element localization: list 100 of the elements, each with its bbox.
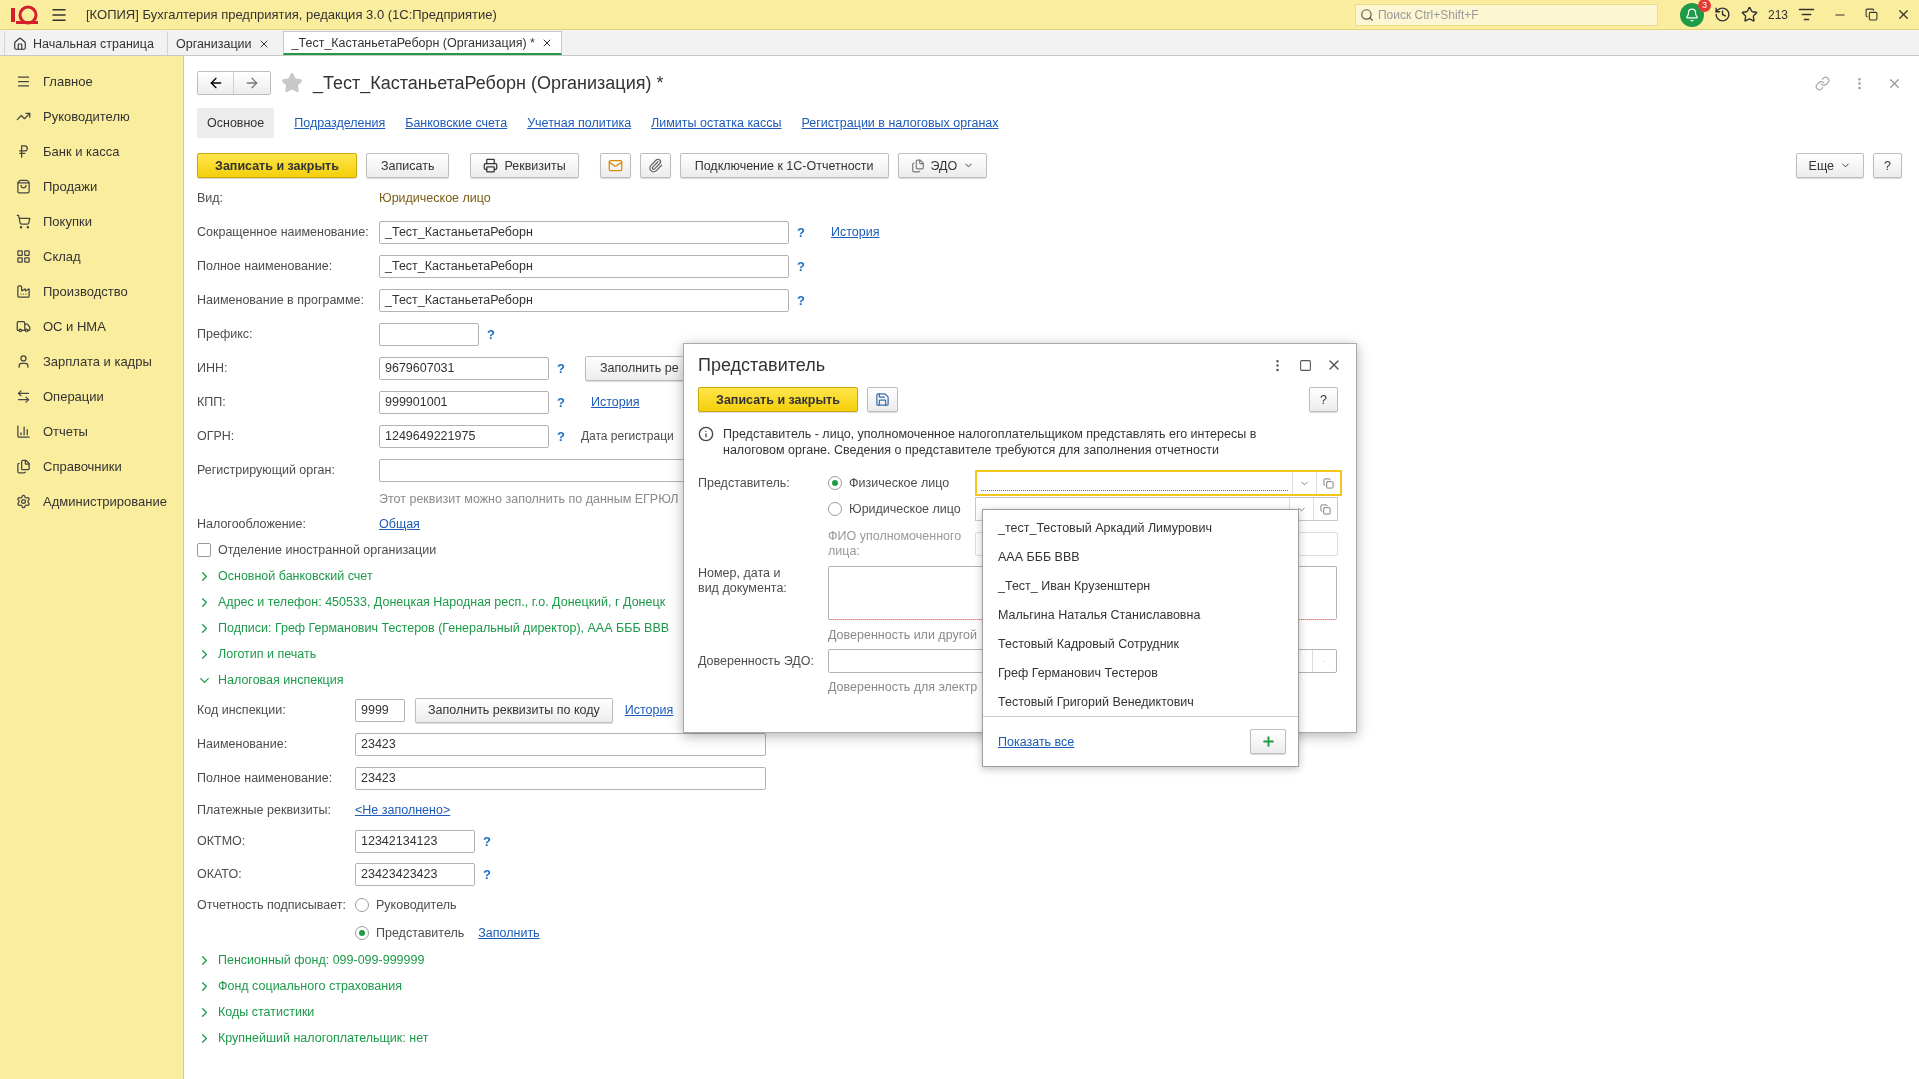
group-header[interactable]: Крупнейший налогоплательщик: нет bbox=[197, 1025, 429, 1051]
input-field[interactable]: 999901001 bbox=[379, 390, 549, 414]
input-field[interactable]: 1249649221975 bbox=[379, 424, 549, 448]
sidebar-item[interactable]: Продажи bbox=[0, 169, 183, 204]
history-icon[interactable] bbox=[1713, 6, 1731, 23]
radio-button[interactable] bbox=[355, 898, 369, 912]
window-tab[interactable]: Начальная страница bbox=[4, 31, 163, 55]
toolbar-button[interactable]: Подключение к 1С-Отчетности bbox=[679, 153, 889, 178]
radio-button[interactable] bbox=[828, 476, 842, 490]
group-header[interactable]: Логотип и печать bbox=[197, 641, 317, 667]
sidebar-item[interactable]: Операции bbox=[0, 379, 183, 414]
details-button[interactable]: Реквизиты bbox=[470, 153, 579, 178]
attach-button[interactable] bbox=[639, 153, 671, 178]
help-button[interactable]: ? bbox=[483, 866, 491, 882]
back-button[interactable] bbox=[198, 72, 234, 94]
sidebar-item[interactable]: Справочники bbox=[0, 449, 183, 484]
filter-icon[interactable] bbox=[1798, 6, 1815, 23]
dropdown-item[interactable]: ААА БББ ВВВ bbox=[983, 542, 1298, 572]
help-button[interactable]: ? bbox=[1309, 387, 1338, 412]
sidebar-item[interactable]: Отчеты bbox=[0, 414, 183, 449]
input-field[interactable]: 9679607031 bbox=[379, 356, 549, 380]
group-header[interactable]: Фонд социального страхования bbox=[197, 973, 402, 999]
input-field[interactable]: 23423423423 bbox=[355, 862, 475, 886]
help-button[interactable]: ? bbox=[557, 428, 565, 444]
section-tab[interactable]: Лимиты остатка кассы bbox=[651, 108, 782, 138]
hint-text: Доверенность для электр bbox=[828, 680, 978, 694]
input-field[interactable]: 23423 bbox=[355, 766, 766, 790]
sidebar-item[interactable]: Руководителю bbox=[0, 99, 183, 134]
history-link[interactable]: История bbox=[830, 225, 880, 239]
sidebar-item[interactable]: Банк и касса bbox=[0, 134, 183, 169]
input-field[interactable]: _Тест_КастаньетаРеборн bbox=[379, 254, 789, 278]
sidebar-item[interactable]: ОС и НМА bbox=[0, 309, 183, 344]
sidebar-item[interactable]: Зарплата и кадры bbox=[0, 344, 183, 379]
group-header[interactable]: Подписи: Греф Германович Тестеров (Генеральный директор), ААА БББ ВВВ bbox=[197, 615, 670, 641]
help-button[interactable]: ? bbox=[557, 394, 565, 410]
help-button[interactable]: ? bbox=[1873, 153, 1902, 178]
window-title: [КОПИЯ] Бухгалтерия предприятия, редакция 3.0 (1С:Предприятие) bbox=[86, 7, 498, 22]
help-button[interactable]: ? bbox=[487, 326, 495, 342]
group-header[interactable]: Адрес и телефон: 450533, Донецкая Народная респ., г.о. Донецкий, г Донецк bbox=[197, 589, 666, 615]
dropdown-item[interactable]: Тестовый Григорий Венедиктович bbox=[983, 687, 1298, 717]
field-label: Номер, дата и вид документа: bbox=[698, 566, 788, 596]
combo-field[interactable] bbox=[975, 470, 1342, 496]
dropdown-item[interactable]: Тестовый Кадровый Сотрудник bbox=[983, 629, 1298, 659]
dropdown-item[interactable]: Мальгина Наталья Станиславовна bbox=[983, 600, 1298, 630]
radio-button[interactable] bbox=[355, 926, 369, 940]
sidebar-item[interactable]: Администрирование bbox=[0, 484, 183, 519]
show-all-link[interactable]: Показать все bbox=[998, 734, 1075, 749]
field-link[interactable]: <Не заполнено> bbox=[355, 803, 451, 817]
fill-link[interactable]: Заполнить bbox=[478, 926, 540, 940]
window-tab[interactable]: _Тест_КастаньетаРеборн (Организация) * bbox=[282, 31, 562, 55]
restore-icon[interactable] bbox=[1865, 8, 1878, 21]
section-tab[interactable]: Учетная политика bbox=[527, 108, 632, 138]
help-button[interactable]: ? bbox=[483, 833, 491, 849]
help-button[interactable]: ? bbox=[557, 360, 565, 376]
section-tab[interactable]: Подразделения bbox=[294, 108, 386, 138]
section-tab[interactable]: Регистрации в налоговых органах bbox=[801, 108, 999, 138]
history-link[interactable]: История bbox=[590, 395, 640, 409]
add-button[interactable] bbox=[1250, 729, 1286, 755]
help-button[interactable]: ? bbox=[797, 258, 805, 274]
input-field[interactable]: _Тест_КастаньетаРеборн bbox=[379, 288, 789, 312]
dropdown-item[interactable]: _тест_Тестовый Аркадий Лимурович bbox=[983, 514, 1298, 543]
sidebar-item[interactable]: Склад bbox=[0, 239, 183, 274]
dropdown-item[interactable]: _Тест_ Иван Крузенштерн bbox=[983, 571, 1298, 601]
link-icon[interactable] bbox=[1815, 75, 1830, 91]
history-link[interactable]: История bbox=[624, 703, 674, 717]
field-link[interactable]: Общая bbox=[379, 517, 420, 531]
section-tab[interactable]: Основное bbox=[197, 108, 275, 138]
window-tab[interactable]: Организации bbox=[166, 31, 279, 55]
maximize-icon[interactable] bbox=[1299, 358, 1312, 372]
checkbox[interactable] bbox=[197, 543, 211, 557]
edo-button[interactable]: ЭДО bbox=[897, 153, 988, 178]
group-header[interactable]: Коды статистики bbox=[197, 999, 315, 1025]
group-header[interactable]: Налоговая инспекция bbox=[197, 667, 344, 693]
input-field[interactable]: 12342134123 bbox=[355, 829, 475, 853]
sidebar-item[interactable]: Производство bbox=[0, 274, 183, 309]
field-label: Наименование в программе: bbox=[197, 293, 365, 307]
dropdown-item[interactable]: Греф Германович Тестеров bbox=[983, 658, 1298, 688]
notifications-button[interactable] bbox=[1679, 2, 1704, 27]
radio-button[interactable] bbox=[828, 502, 842, 516]
field-label: ОГРН: bbox=[197, 429, 236, 443]
fill-button[interactable]: Заполнить реквизиты по коду bbox=[415, 697, 613, 723]
input-field[interactable]: 9999 bbox=[355, 698, 405, 722]
input-field[interactable]: 23423 bbox=[355, 732, 766, 756]
help-button[interactable]: ? bbox=[797, 292, 805, 308]
section-tab[interactable]: Банковские счета bbox=[405, 108, 508, 138]
sidebar-item[interactable]: Главное bbox=[0, 64, 183, 99]
help-button[interactable]: ? bbox=[797, 224, 805, 240]
input-field[interactable] bbox=[379, 322, 479, 346]
input-field[interactable]: _Тест_КастаньетаРеборн bbox=[379, 220, 789, 244]
close-icon[interactable] bbox=[1896, 7, 1911, 22]
group-header[interactable]: Пенсионный фонд: 099-099-999999 bbox=[197, 947, 425, 973]
save-button[interactable] bbox=[867, 387, 898, 412]
star-icon[interactable] bbox=[1740, 6, 1758, 23]
sidebar-item[interactable]: Покупки bbox=[0, 204, 183, 239]
more-button[interactable]: Еще bbox=[1795, 153, 1865, 178]
save-close-button[interactable]: Записать и закрыть bbox=[197, 153, 357, 178]
save-close-button[interactable]: Записать и закрыть bbox=[698, 387, 858, 412]
group-header[interactable]: Основной банковский счет bbox=[197, 563, 373, 589]
mail-button[interactable] bbox=[599, 153, 631, 178]
toolbar-button[interactable]: Записать bbox=[366, 153, 450, 178]
